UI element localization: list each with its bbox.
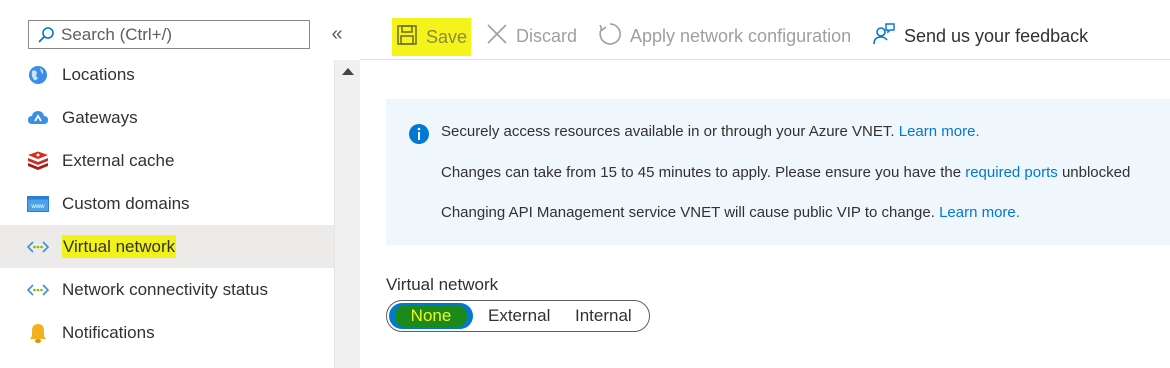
sidebar: « Locations Gateways	[0, 0, 343, 368]
sidebar-scrollbar[interactable]	[334, 60, 360, 368]
vnet-option-internal[interactable]: Internal	[575, 304, 632, 328]
nav-list: Locations Gateways External cache www Cu…	[0, 53, 334, 354]
sidebar-item-external-cache[interactable]: External cache	[0, 139, 334, 182]
sidebar-item-label: Notifications	[62, 322, 155, 342]
info-icon	[408, 123, 430, 145]
svg-text:www: www	[31, 204, 46, 210]
feedback-icon	[872, 22, 896, 51]
search-box[interactable]	[28, 20, 310, 49]
save-button[interactable]: Save	[392, 18, 472, 56]
sidebar-item-label: Custom domains	[62, 193, 190, 213]
globe-icon	[26, 63, 50, 87]
banner-text: unblocked	[1057, 164, 1131, 181]
command-bar: Save Discard Apply network configuration	[360, 0, 1170, 60]
banner-text: Changing API Management service VNET wil…	[441, 204, 940, 221]
send-feedback-button[interactable]: Send us your feedback	[872, 16, 1088, 56]
vnet-icon	[26, 278, 50, 302]
banner-line-1: Securely access resources available in o…	[441, 123, 980, 140]
cloud-gateway-icon	[26, 106, 50, 130]
sidebar-item-label: Locations	[62, 64, 135, 84]
search-icon	[34, 23, 58, 47]
sidebar-item-locations[interactable]: Locations	[0, 53, 334, 96]
vnet-icon	[26, 235, 50, 259]
virtual-network-toggle: None External Internal	[386, 300, 650, 332]
sidebar-item-label: Virtual network	[62, 234, 177, 258]
sidebar-item-label: External cache	[62, 150, 175, 170]
info-banner: Securely access resources available in o…	[386, 99, 1170, 245]
virtual-network-label: Virtual network	[386, 275, 499, 294]
sidebar-item-notifications[interactable]: Notifications	[0, 311, 334, 354]
vnet-option-external[interactable]: External	[488, 304, 550, 328]
sidebar-item-virtual-network[interactable]: Virtual network	[0, 225, 334, 268]
learn-more-link[interactable]: Learn more.	[939, 204, 1020, 221]
sidebar-item-custom-domains[interactable]: www Custom domains	[0, 182, 334, 225]
apply-network-configuration-button[interactable]: Apply network configuration	[598, 16, 851, 56]
refresh-icon	[598, 22, 622, 51]
www-icon: www	[26, 192, 50, 216]
sidebar-item-network-connectivity-status[interactable]: Network connectivity status	[0, 268, 334, 311]
sidebar-item-gateways[interactable]: Gateways	[0, 96, 334, 139]
bell-icon	[26, 321, 50, 345]
apply-label: Apply network configuration	[630, 25, 852, 46]
close-icon	[486, 23, 508, 50]
vnet-option-label: None	[394, 305, 468, 327]
feedback-label: Send us your feedback	[904, 25, 1089, 46]
scroll-up-arrow-icon[interactable]	[342, 68, 354, 75]
banner-line-2: Changes can take from 15 to 45 minutes t…	[441, 164, 1130, 181]
vnet-option-none[interactable]: None	[389, 303, 473, 329]
sidebar-item-label: Network connectivity status	[62, 279, 268, 299]
banner-text: Changes can take from 15 to 45 minutes t…	[441, 164, 966, 181]
search-input[interactable]	[58, 24, 309, 45]
collapse-sidebar-button[interactable]: «	[326, 24, 348, 46]
save-label: Save	[426, 26, 468, 47]
sidebar-item-label: Gateways	[62, 107, 138, 127]
save-icon	[396, 24, 418, 51]
discard-button[interactable]: Discard	[486, 16, 577, 56]
discard-label: Discard	[516, 25, 578, 46]
required-ports-link[interactable]: required ports	[965, 164, 1058, 181]
banner-line-3: Changing API Management service VNET wil…	[441, 204, 1020, 221]
banner-text: Securely access resources available in o…	[441, 123, 899, 140]
learn-more-link[interactable]: Learn more.	[899, 123, 980, 140]
redis-cache-icon	[26, 149, 50, 173]
